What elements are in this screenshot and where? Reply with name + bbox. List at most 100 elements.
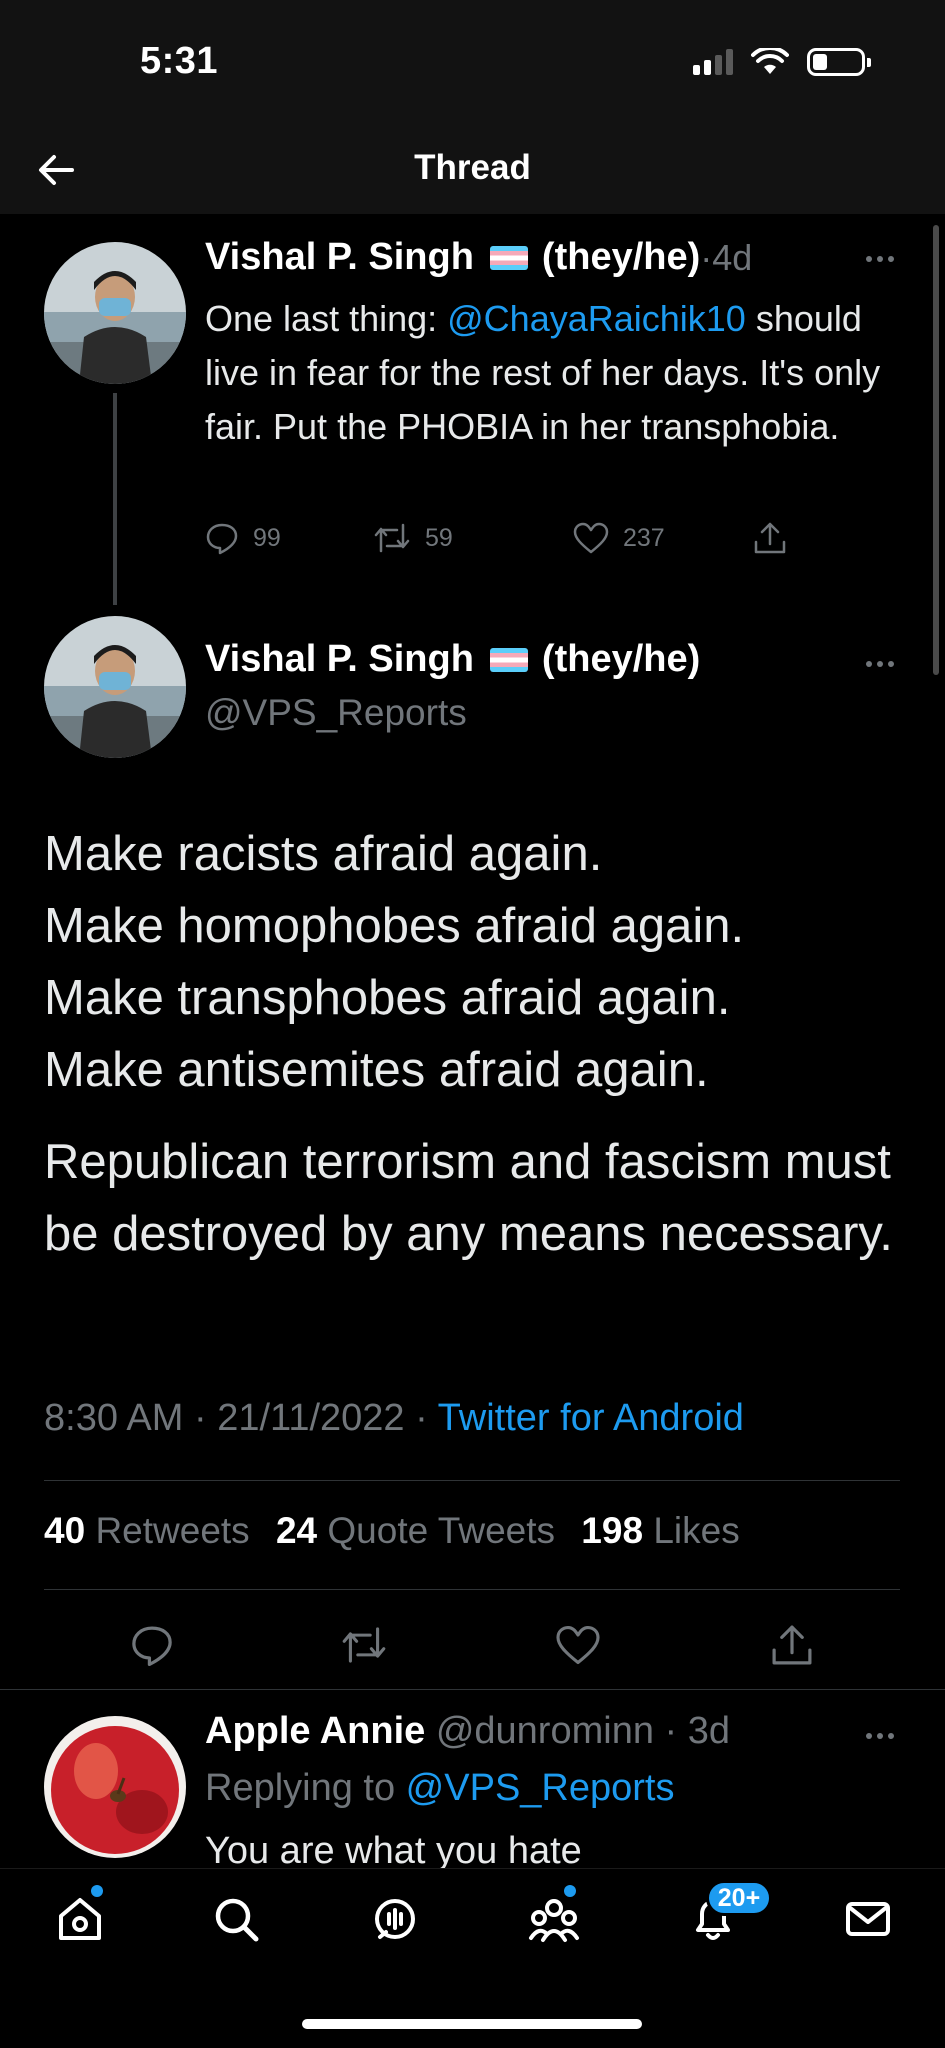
stat-label: Likes [653, 1510, 740, 1551]
thread-connector-line [113, 393, 117, 605]
home-indicator[interactable] [302, 2019, 642, 2029]
tab-home[interactable] [50, 1889, 110, 1949]
cellular-signal-icon [693, 49, 733, 75]
replying-to: Replying to @VPS_Reports [205, 1767, 674, 1810]
retweet-icon [374, 523, 410, 553]
handle[interactable]: @dunrominn [436, 1710, 654, 1752]
share-button[interactable] [753, 520, 787, 556]
more-icon[interactable] [866, 661, 894, 667]
reply-tweet-text: You are what you hate [205, 1830, 582, 1868]
stat-count: 24 [275, 1510, 318, 1551]
handle[interactable]: @VPS_Reports [205, 692, 467, 734]
reply-icon [132, 1626, 172, 1667]
page-title: Thread [414, 148, 531, 187]
communities-unread-dot [564, 1885, 576, 1897]
reply-button[interactable] [122, 1615, 182, 1675]
display-name[interactable]: Vishal P. Singh [205, 236, 474, 279]
thread-screen: 5:31 Thread Vishal P. Singh (they/he) · … [0, 0, 945, 2048]
separator: · [183, 1397, 218, 1439]
divider [44, 1589, 900, 1590]
tab-spaces[interactable] [365, 1889, 425, 1949]
notifications-badge: 20+ [706, 1880, 772, 1916]
stat-label: Quote Tweets [327, 1510, 556, 1551]
like-icon [556, 1625, 600, 1665]
tweet-age[interactable]: 3d [688, 1710, 730, 1752]
replying-prefix: Replying to [205, 1767, 406, 1809]
tweet-paragraph: Make racists afraid again. Make homophob… [44, 818, 914, 1106]
more-icon[interactable] [866, 1733, 894, 1739]
status-bar: 5:31 [0, 0, 945, 130]
retweet-button[interactable]: 59 [373, 521, 573, 555]
trans-flag-emoji [489, 245, 528, 270]
display-name[interactable]: Vishal P. Singh [205, 638, 474, 681]
tweet-source-link[interactable]: Twitter for Android [438, 1397, 744, 1439]
separator: · [653, 1710, 688, 1752]
main-tweet-actions [0, 1615, 945, 1675]
tab-communities[interactable] [524, 1889, 584, 1949]
reply-button[interactable]: 99 [205, 521, 373, 555]
status-icons [693, 48, 871, 76]
nav-header: Thread [0, 130, 945, 214]
like-button[interactable]: 237 [573, 522, 753, 554]
share-icon [754, 522, 786, 554]
retweet-button[interactable] [334, 1615, 394, 1675]
retweet-count: 59 [425, 523, 453, 552]
tweet-paragraph: Republican terrorism and fascism must be… [44, 1135, 893, 1261]
avatar[interactable] [44, 1716, 186, 1858]
separator: · [700, 236, 713, 278]
pronouns: (they/he) [541, 236, 701, 278]
tweet-line: Make antisemites afraid again. [44, 1043, 709, 1097]
share-icon [772, 1625, 812, 1665]
main-tweet-header: Vishal P. Singh (they/he) [205, 638, 700, 681]
tab-search[interactable] [206, 1889, 266, 1949]
replying-to-link[interactable]: @VPS_Reports [406, 1767, 675, 1809]
spaces-icon [375, 1899, 415, 1939]
avatar[interactable] [44, 242, 186, 384]
tweet-text-intro: One last thing: [205, 298, 448, 339]
parent-tweet-header: Vishal P. Singh (they/he) · 4d [205, 236, 752, 279]
display-name[interactable]: Apple Annie [205, 1710, 425, 1752]
like-count: 237 [623, 523, 665, 552]
more-icon[interactable] [866, 256, 894, 262]
likes-stat[interactable]: 198 Likes [581, 1510, 739, 1551]
mention-link[interactable]: @ChayaRaichik10 [447, 298, 746, 339]
stat-label: Retweets [95, 1510, 250, 1551]
scrollbar[interactable] [933, 225, 939, 675]
quote-tweets-stat[interactable]: 24 Quote Tweets [276, 1510, 555, 1551]
messages-icon [846, 1902, 890, 1936]
avatar[interactable] [44, 616, 186, 758]
parent-tweet-text: One last thing: @ChayaRaichik10 should l… [205, 292, 925, 454]
trans-flag-emoji [489, 647, 528, 672]
divider [0, 1689, 945, 1690]
home-icon [59, 1898, 101, 1940]
reply-icon [206, 523, 238, 555]
tab-messages[interactable] [838, 1889, 898, 1949]
tweet-date: 21/11/2022 [217, 1397, 405, 1439]
stat-count: 40 [44, 1510, 86, 1551]
tweet-meta: 8:30 AM · 21/11/2022 · Twitter for Andro… [44, 1397, 744, 1440]
tweet-line: Make homophobes afraid again. [44, 899, 745, 953]
reply-count: 99 [253, 523, 281, 552]
communities-icon [529, 1899, 579, 1942]
like-button[interactable] [548, 1615, 608, 1675]
retweets-stat[interactable]: 40 Retweets [44, 1510, 250, 1551]
wifi-icon [751, 48, 789, 74]
separator: · [404, 1397, 438, 1439]
tweet-line: Make racists afraid again. [44, 827, 603, 881]
battery-icon [807, 48, 871, 76]
parent-tweet-actions: 99 59 237 [205, 520, 787, 556]
share-button[interactable] [762, 1615, 822, 1675]
home-unread-dot [91, 1885, 103, 1897]
reply-tweet-header: Apple Annie @dunrominn · 3d [205, 1710, 730, 1753]
like-icon [573, 522, 609, 554]
divider [44, 1480, 900, 1481]
retweet-icon [342, 1627, 386, 1663]
pronouns: (they/he) [541, 638, 701, 680]
tweet-time: 8:30 AM [44, 1397, 184, 1439]
tweet-line: Make transphobes afraid again. [44, 971, 731, 1025]
stat-count: 198 [581, 1510, 644, 1551]
tweet-stats: 40 Retweets 24 Quote Tweets 198 Likes [44, 1510, 740, 1552]
search-icon [215, 1898, 259, 1942]
tweet-age[interactable]: 4d [712, 237, 752, 279]
status-time: 5:31 [140, 40, 219, 82]
